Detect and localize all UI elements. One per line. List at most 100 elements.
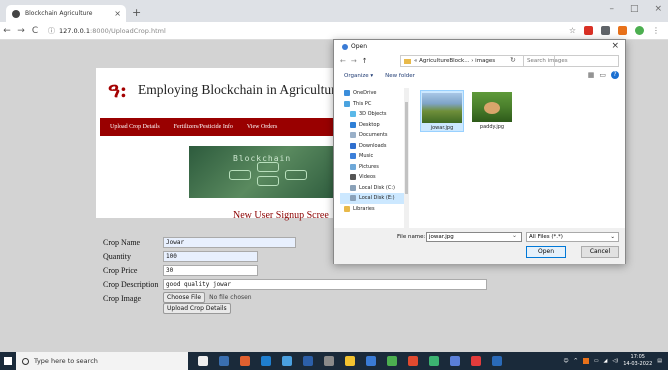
file-item-jowar[interactable]: jowar.jpg — [420, 90, 464, 132]
preview-pane-icon[interactable]: ▭ — [599, 71, 606, 79]
folder-icon — [350, 195, 356, 202]
forward-arrow-icon[interactable]: → — [351, 57, 357, 65]
dialog-open-button[interactable]: Open — [526, 246, 566, 258]
close-window-button[interactable]: × — [654, 4, 662, 14]
nav-pane-item[interactable]: This PC — [340, 99, 406, 110]
file-name-input[interactable]: jowar.jpg — [426, 232, 522, 242]
nav-pane-item[interactable]: Desktop — [340, 120, 406, 131]
nav-pane-item[interactable]: Documents — [340, 130, 406, 141]
choose-file-button[interactable]: Choose File — [163, 292, 206, 303]
nav-fertilizers[interactable]: Fertilizers/Pesticide Info — [174, 124, 233, 130]
crop-price-label: Crop Price — [103, 266, 138, 275]
nav-upload-crop[interactable]: Upload Crop Details — [110, 124, 160, 130]
store-icon[interactable] — [282, 356, 292, 366]
task-view-icon[interactable] — [219, 356, 229, 366]
file-type-select[interactable]: All Files (*.*) ⌄ — [526, 232, 619, 242]
dialog-close-button[interactable]: × — [611, 41, 619, 51]
file-explorer-icon[interactable] — [345, 356, 355, 366]
nav-pane-item[interactable]: OneDrive — [340, 88, 406, 99]
organize-button[interactable]: Organize ▾ — [344, 73, 373, 79]
refresh-icon[interactable]: ↻ — [510, 56, 516, 64]
reload-icon[interactable]: C — [28, 26, 42, 36]
nav-pane-item[interactable]: 3D Objects — [340, 109, 406, 120]
profile-avatar-icon[interactable] — [635, 26, 644, 35]
extension-orange-icon[interactable] — [618, 26, 627, 35]
back-arrow-icon[interactable]: ← — [340, 57, 346, 65]
microphone-icon[interactable] — [198, 356, 208, 366]
app-icon[interactable] — [240, 356, 250, 366]
crop-description-input[interactable]: good quality jowar — [163, 279, 487, 290]
tab-title: Blockchain Agriculture — [25, 10, 93, 17]
app-icon[interactable] — [408, 356, 418, 366]
folder-icon — [350, 111, 356, 118]
back-arrow-icon[interactable]: ← — [0, 26, 14, 36]
nav-pane-item[interactable]: Music — [340, 151, 406, 162]
dialog-title: Open — [351, 43, 368, 50]
up-arrow-icon[interactable]: ↑ — [362, 57, 368, 65]
site-title: Employing Blockchain in Agriculture — [138, 82, 342, 97]
extension-grey-icon[interactable] — [601, 26, 610, 35]
network-icon[interactable]: ◢ — [604, 358, 608, 364]
taskbar-clock[interactable]: 17:05 14-03-2022 — [623, 354, 652, 367]
help-icon[interactable]: ? — [611, 71, 619, 79]
battery-icon[interactable]: ▭ — [594, 358, 599, 364]
edge-icon[interactable] — [261, 356, 271, 366]
crop-name-input[interactable]: Jowar — [163, 237, 296, 248]
nav-pane-item[interactable]: Local Disk (C:) — [340, 183, 406, 194]
crop-price-input[interactable]: 30 — [163, 265, 258, 276]
menu-kebab-icon[interactable]: ⋮ — [652, 26, 660, 35]
volume-icon[interactable]: ◁) — [612, 358, 618, 364]
minimize-button[interactable]: – — [609, 4, 614, 14]
search-icon — [22, 357, 29, 365]
nav-pane-item[interactable]: Videos — [340, 172, 406, 183]
app-icon[interactable] — [450, 356, 460, 366]
tray-app-icon[interactable] — [582, 357, 589, 364]
dialog-search-input[interactable]: Search images — [523, 55, 619, 67]
view-mode-icon[interactable]: ▦ — [588, 71, 595, 79]
chevron-up-icon[interactable]: ^ — [574, 358, 578, 364]
windows-taskbar: Type here to search ☺ ^ ▭ ◢ ◁) 17:05 14-… — [0, 352, 668, 370]
app-icon[interactable] — [471, 356, 481, 366]
file-item-paddy[interactable]: paddy.jpg — [470, 90, 514, 130]
nav-pane-label: 3D Objects — [359, 111, 387, 118]
app-icon[interactable] — [492, 356, 502, 366]
quantity-input[interactable]: 100 — [163, 251, 258, 262]
new-tab-button[interactable]: + — [132, 6, 141, 19]
person-icon[interactable]: ☺ — [563, 358, 568, 364]
nav-pane-scrollbar[interactable] — [404, 88, 409, 228]
taskbar-search[interactable]: Type here to search — [16, 352, 188, 370]
chrome-taskbar-icon[interactable] — [387, 356, 397, 366]
notification-icon[interactable]: ▤ — [657, 358, 662, 364]
address-bar[interactable]: ⓘ 127.0.0.1 :8000/UploadCrop.html — [48, 26, 166, 36]
nav-pane-label: OneDrive — [353, 90, 377, 97]
upload-crop-button[interactable]: Upload Crop Details — [163, 303, 231, 314]
app-icon[interactable] — [303, 356, 313, 366]
maximize-button[interactable]: □ — [630, 4, 639, 14]
extension-icons: ☆ ⋮ — [569, 26, 660, 35]
nav-pane-label: Local Disk (E:) — [359, 195, 395, 202]
forward-arrow-icon[interactable]: → — [14, 26, 28, 36]
nav-view-orders[interactable]: View Orders — [247, 124, 277, 130]
browser-tab[interactable]: Blockchain Agriculture × — [6, 5, 126, 22]
browser-toolbar: ← → C ⓘ 127.0.0.1 :8000/UploadCrop.html … — [0, 22, 668, 40]
nav-pane-item[interactable]: Pictures — [340, 162, 406, 173]
app-icon[interactable] — [324, 356, 334, 366]
folder-icon — [350, 184, 356, 191]
nav-pane-item[interactable]: Libraries — [340, 204, 406, 215]
banner-hex-shape — [229, 170, 251, 180]
dialog-cancel-button[interactable]: Cancel — [581, 246, 619, 258]
bookmark-star-icon[interactable]: ☆ — [569, 26, 576, 35]
app-icon[interactable] — [429, 356, 439, 366]
chevron-down-icon[interactable]: ⌄ — [512, 232, 517, 239]
nav-pane-item[interactable]: Local Disk (E:) — [340, 193, 406, 204]
folder-icon — [350, 121, 356, 128]
start-button[interactable] — [0, 352, 16, 370]
new-folder-button[interactable]: New folder — [385, 73, 415, 79]
extension-red-icon[interactable] — [584, 26, 593, 35]
info-icon[interactable]: ⓘ — [48, 26, 55, 36]
app-icon[interactable] — [366, 356, 376, 366]
scrollbar-thumb[interactable] — [405, 102, 408, 194]
tab-close-icon[interactable]: × — [114, 9, 121, 18]
nav-pane-item[interactable]: Downloads — [340, 141, 406, 152]
jowar-thumbnail — [422, 93, 462, 123]
